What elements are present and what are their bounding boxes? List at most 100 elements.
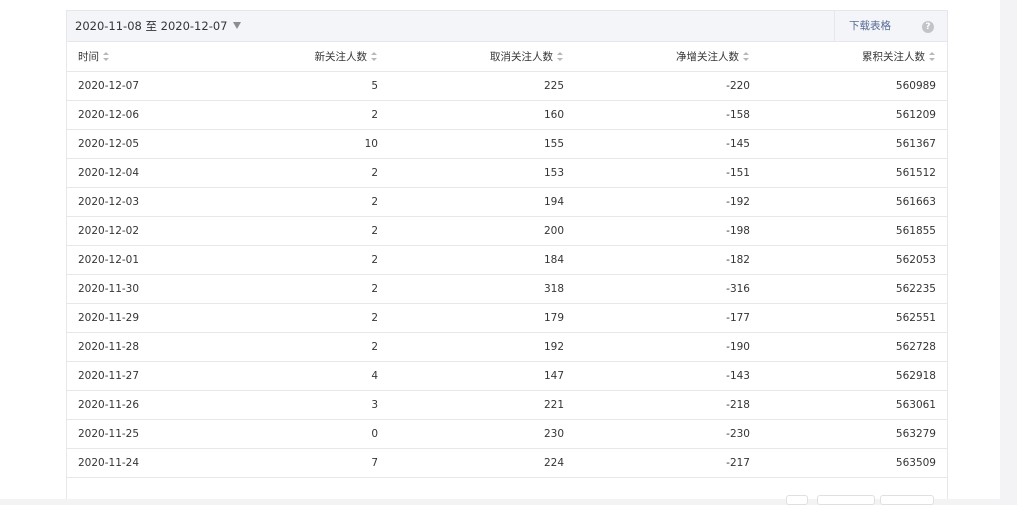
cell-unfollowers: 194 [389, 187, 575, 217]
cell-net-followers: -145 [575, 129, 761, 159]
cell-net-followers: -217 [575, 448, 761, 478]
cell-new-followers: 2 [247, 274, 389, 304]
column-header-label: 取消关注人数 [490, 51, 553, 63]
cell-net-followers: -316 [575, 274, 761, 304]
pagination-jump-input[interactable] [786, 495, 808, 505]
cell-date: 2020-11-28 [67, 332, 247, 362]
cell-total-followers: 563279 [761, 419, 947, 449]
cell-date: 2020-11-25 [67, 419, 247, 449]
cell-total-followers: 563061 [761, 390, 947, 420]
cell-date: 2020-12-05 [67, 129, 247, 159]
page-margin [1000, 0, 1017, 499]
cell-date: 2020-12-06 [67, 100, 247, 130]
cell-new-followers: 2 [247, 158, 389, 188]
table-row: 2020-11-25 0 230 -230 563279 [67, 419, 947, 449]
table-row: 2020-11-30 2 318 -316 562235 [67, 274, 947, 304]
table-row: 2020-11-27 4 147 -143 562918 [67, 361, 947, 391]
cell-total-followers: 562918 [761, 361, 947, 391]
column-header-date[interactable]: 时间 [67, 42, 247, 72]
table-row: 2020-12-01 2 184 -182 562053 [67, 245, 947, 275]
table-row: 2020-11-26 3 221 -218 563061 [67, 390, 947, 420]
date-range-selector[interactable]: 2020-11-08 至 2020-12-07 [75, 11, 242, 41]
cell-total-followers: 561663 [761, 187, 947, 217]
cell-net-followers: -143 [575, 361, 761, 391]
pagination-next-button[interactable] [880, 495, 934, 505]
cell-unfollowers: 225 [389, 71, 575, 101]
stats-table: 时间 新关注人数 取消关注人数 净增关注人数 累积关注人数 2020-12-07… [67, 42, 947, 478]
cell-new-followers: 5 [247, 71, 389, 101]
cell-new-followers: 7 [247, 448, 389, 478]
table-row: 2020-12-04 2 153 -151 561512 [67, 158, 947, 188]
table-row: 2020-12-06 2 160 -158 561209 [67, 100, 947, 130]
cell-new-followers: 2 [247, 100, 389, 130]
table-row: 2020-11-28 2 192 -190 562728 [67, 332, 947, 362]
sort-icon[interactable] [371, 52, 378, 61]
cell-net-followers: -218 [575, 390, 761, 420]
cell-unfollowers: 221 [389, 390, 575, 420]
cell-unfollowers: 192 [389, 332, 575, 362]
sort-icon[interactable] [103, 52, 110, 61]
column-header-label: 时间 [78, 51, 99, 63]
cell-total-followers: 561855 [761, 216, 947, 246]
column-header-label: 累积关注人数 [862, 51, 925, 63]
download-table-button[interactable]: 下载表格 [835, 11, 905, 41]
table-row: 2020-12-03 2 194 -192 561663 [67, 187, 947, 217]
cell-unfollowers: 179 [389, 303, 575, 333]
date-range-label: 2020-11-08 至 2020-12-07 [75, 19, 228, 33]
cell-net-followers: -230 [575, 419, 761, 449]
column-header-unfollowers[interactable]: 取消关注人数 [389, 42, 575, 72]
pagination-prev-button[interactable] [817, 495, 875, 505]
cell-net-followers: -220 [575, 71, 761, 101]
cell-unfollowers: 224 [389, 448, 575, 478]
sort-icon[interactable] [557, 52, 564, 61]
cell-date: 2020-12-04 [67, 158, 247, 188]
cell-total-followers: 561367 [761, 129, 947, 159]
cell-date: 2020-11-27 [67, 361, 247, 391]
help-icon[interactable]: ? [922, 21, 934, 33]
cell-new-followers: 2 [247, 187, 389, 217]
cell-date: 2020-12-07 [67, 71, 247, 101]
cell-total-followers: 562728 [761, 332, 947, 362]
table-row: 2020-12-02 2 200 -198 561855 [67, 216, 947, 246]
cell-unfollowers: 155 [389, 129, 575, 159]
cell-net-followers: -198 [575, 216, 761, 246]
cell-net-followers: -158 [575, 100, 761, 130]
cell-net-followers: -182 [575, 245, 761, 275]
column-header-net-followers[interactable]: 净增关注人数 [575, 42, 761, 72]
cell-net-followers: -151 [575, 158, 761, 188]
cell-new-followers: 10 [247, 129, 389, 159]
column-header-label: 新关注人数 [314, 51, 368, 63]
cell-unfollowers: 184 [389, 245, 575, 275]
cell-new-followers: 2 [247, 245, 389, 275]
cell-unfollowers: 200 [389, 216, 575, 246]
cell-new-followers: 2 [247, 216, 389, 246]
cell-total-followers: 561209 [761, 100, 947, 130]
cell-unfollowers: 153 [389, 158, 575, 188]
column-header-total-followers[interactable]: 累积关注人数 [761, 42, 947, 72]
cell-new-followers: 4 [247, 361, 389, 391]
cell-total-followers: 562551 [761, 303, 947, 333]
table-header-row: 时间 新关注人数 取消关注人数 净增关注人数 累积关注人数 [67, 42, 947, 72]
cell-total-followers: 560989 [761, 71, 947, 101]
cell-date: 2020-11-24 [67, 448, 247, 478]
table-row: 2020-12-07 5 225 -220 560989 [67, 71, 947, 101]
table-row: 2020-11-29 2 179 -177 562551 [67, 303, 947, 333]
cell-new-followers: 3 [247, 390, 389, 420]
cell-total-followers: 561512 [761, 158, 947, 188]
sort-icon[interactable] [743, 52, 750, 61]
cell-date: 2020-12-03 [67, 187, 247, 217]
cell-unfollowers: 160 [389, 100, 575, 130]
cell-net-followers: -177 [575, 303, 761, 333]
cell-date: 2020-12-02 [67, 216, 247, 246]
cell-new-followers: 0 [247, 419, 389, 449]
cell-total-followers: 563509 [761, 448, 947, 478]
column-header-new-followers[interactable]: 新关注人数 [247, 42, 389, 72]
cell-new-followers: 2 [247, 303, 389, 333]
table-row: 2020-12-05 10 155 -145 561367 [67, 129, 947, 159]
cell-date: 2020-11-29 [67, 303, 247, 333]
cell-unfollowers: 318 [389, 274, 575, 304]
sort-icon[interactable] [929, 52, 936, 61]
cell-net-followers: -192 [575, 187, 761, 217]
cell-date: 2020-11-26 [67, 390, 247, 420]
table-row: 2020-11-24 7 224 -217 563509 [67, 448, 947, 478]
